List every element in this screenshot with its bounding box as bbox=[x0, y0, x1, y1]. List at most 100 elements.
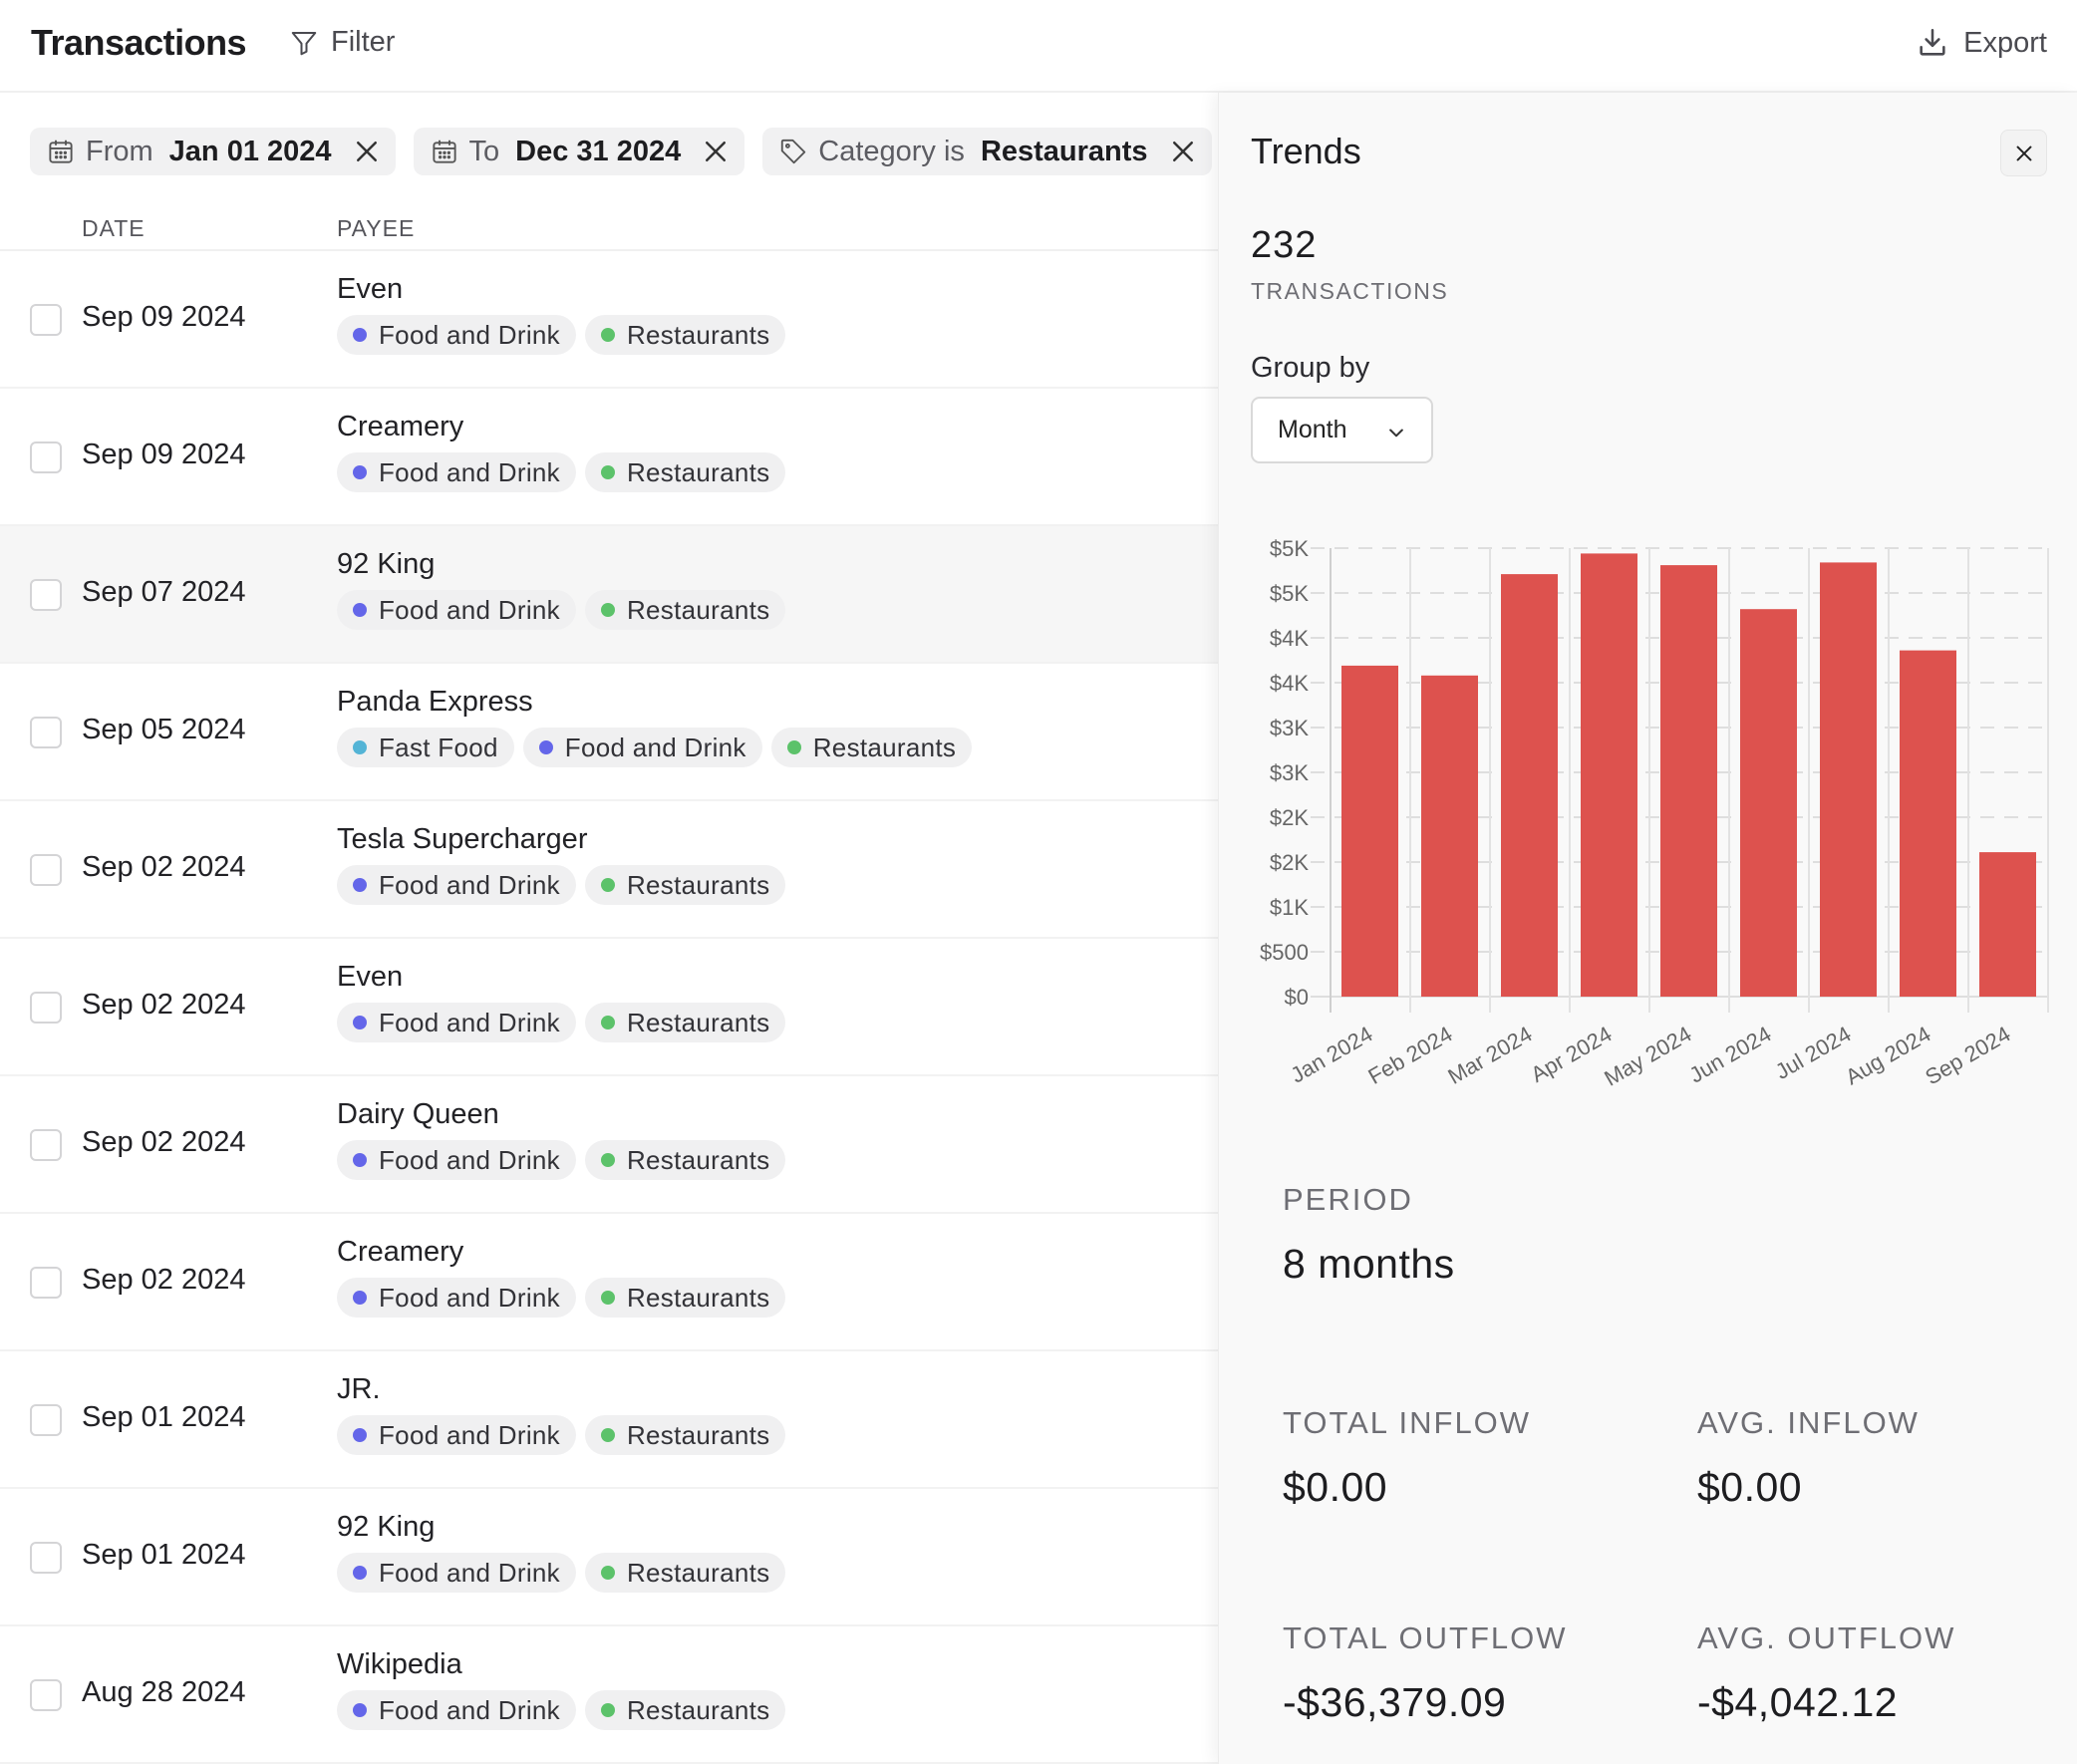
category-color-dot bbox=[353, 1566, 367, 1580]
table-row[interactable]: Sep 05 2024 Panda Express Fast Food Food an… bbox=[0, 664, 1218, 801]
category-tag[interactable]: Food and Drink bbox=[337, 865, 576, 905]
category-tag[interactable]: Restaurants bbox=[584, 1278, 786, 1318]
table-row[interactable]: Sep 02 2024 Dairy Queen Food and Drink Rest… bbox=[0, 1076, 1218, 1214]
table-row[interactable]: Sep 07 2024 92 King Food and Drink Restaura… bbox=[0, 526, 1218, 664]
category-tag[interactable]: Food and Drink bbox=[337, 590, 576, 630]
category-tag-label: Food and Drink bbox=[564, 732, 746, 762]
close-trends-button[interactable] bbox=[2000, 130, 2047, 176]
bar bbox=[1820, 562, 1877, 997]
category-tag-label: Restaurants bbox=[626, 319, 770, 350]
transaction-date: Sep 02 2024 bbox=[82, 851, 246, 883]
category-tag-label: Restaurants bbox=[626, 1282, 770, 1313]
table-row[interactable]: Sep 02 2024 Tesla Supercharger Food and Dr… bbox=[0, 801, 1218, 939]
remove-filter-icon[interactable] bbox=[1168, 137, 1198, 166]
column-header-date[interactable]: DATE bbox=[82, 215, 146, 242]
y-tick-label: $3K bbox=[1270, 716, 1309, 740]
category-tag[interactable]: Restaurants bbox=[584, 1003, 786, 1042]
category-tags: Food and Drink Restaurants bbox=[337, 590, 786, 630]
category-tag[interactable]: Restaurants bbox=[584, 1690, 786, 1730]
x-tick-label: May 2024 bbox=[1600, 1022, 1695, 1091]
filter-button[interactable]: Filter bbox=[289, 26, 395, 59]
row-checkbox[interactable] bbox=[30, 1679, 62, 1711]
close-icon bbox=[2016, 146, 2031, 160]
category-tag[interactable]: Restaurants bbox=[584, 865, 786, 905]
category-tag[interactable]: Food and Drink bbox=[337, 452, 576, 492]
table-row[interactable]: Sep 09 2024 Creamery Food and Drink Restaur… bbox=[0, 389, 1218, 526]
category-tag[interactable]: Restaurants bbox=[584, 452, 786, 492]
filter-chip[interactable]: To Dec 31 2024 bbox=[413, 128, 745, 175]
category-tags: Food and Drink Restaurants bbox=[337, 1415, 786, 1455]
category-color-dot bbox=[353, 1016, 367, 1029]
row-checkbox[interactable] bbox=[30, 992, 62, 1024]
category-tags: Food and Drink Restaurants bbox=[337, 1690, 786, 1730]
table-row[interactable]: Sep 02 2024 Even Food and Drink Restaurants bbox=[0, 939, 1218, 1076]
group-by-select[interactable]: Month bbox=[1251, 397, 1433, 463]
category-color-dot bbox=[600, 1428, 615, 1442]
row-checkbox[interactable] bbox=[30, 1542, 62, 1574]
category-tag[interactable]: Restaurants bbox=[584, 1140, 786, 1180]
category-tag-label: Food and Drink bbox=[379, 869, 560, 900]
row-checkbox[interactable] bbox=[30, 579, 62, 611]
category-tag[interactable]: Food and Drink bbox=[337, 1553, 576, 1593]
transaction-payee: JR. bbox=[337, 1373, 381, 1405]
y-tick-label: $500 bbox=[1260, 940, 1309, 965]
category-tag-label: Food and Drink bbox=[379, 1007, 560, 1037]
category-tag[interactable]: Food and Drink bbox=[337, 1140, 576, 1180]
remove-filter-icon[interactable] bbox=[352, 137, 382, 166]
avg-inflow-label: AVG. INFLOW bbox=[1697, 1405, 1920, 1440]
category-tags: Fast Food Food and Drink Restaurants bbox=[337, 728, 973, 767]
period-value: 8 months bbox=[1283, 1241, 1455, 1287]
category-color-dot bbox=[353, 1428, 367, 1442]
table-row[interactable]: Sep 09 2024 Even Food and Drink Restaurants bbox=[0, 251, 1218, 389]
row-checkbox[interactable] bbox=[30, 854, 62, 886]
category-color-dot bbox=[600, 1703, 615, 1717]
chevron-down-icon bbox=[1389, 429, 1403, 438]
filter-chip[interactable]: Category is Restaurants bbox=[762, 128, 1212, 175]
bar bbox=[1900, 650, 1956, 997]
row-checkbox[interactable] bbox=[30, 717, 62, 748]
category-tag[interactable]: Food and Drink bbox=[337, 1415, 576, 1455]
table-row[interactable]: Sep 01 2024 JR. Food and Drink Restaurants bbox=[0, 1351, 1218, 1489]
row-checkbox[interactable] bbox=[30, 1129, 62, 1161]
row-checkbox[interactable] bbox=[30, 304, 62, 336]
y-tick-label: $0 bbox=[1285, 985, 1309, 1010]
category-tag[interactable]: Fast Food bbox=[337, 728, 514, 767]
transaction-date: Sep 07 2024 bbox=[82, 576, 246, 608]
category-tag[interactable]: Restaurants bbox=[584, 590, 786, 630]
table-row[interactable]: Aug 28 2024 Wikipedia Food and Drink Restau… bbox=[0, 1626, 1218, 1764]
row-checkbox[interactable] bbox=[30, 1404, 62, 1436]
transaction-payee: Even bbox=[337, 273, 404, 305]
category-tag[interactable]: Food and Drink bbox=[337, 1278, 576, 1318]
export-button[interactable]: Export bbox=[1916, 26, 2047, 60]
category-tag[interactable]: Restaurants bbox=[584, 1553, 786, 1593]
table-row[interactable]: Sep 02 2024 Creamery Food and Drink Restaur… bbox=[0, 1214, 1218, 1351]
transaction-date: Sep 02 2024 bbox=[82, 1264, 246, 1296]
category-tag[interactable]: Restaurants bbox=[584, 315, 786, 355]
category-tag[interactable]: Food and Drink bbox=[337, 1003, 576, 1042]
category-tag-label: Food and Drink bbox=[379, 1419, 560, 1450]
category-tag[interactable]: Food and Drink bbox=[337, 1690, 576, 1730]
category-tag[interactable]: Restaurants bbox=[770, 728, 973, 767]
row-checkbox[interactable] bbox=[30, 441, 62, 473]
transaction-payee: 92 King bbox=[337, 548, 436, 580]
column-header-payee[interactable]: PAYEE bbox=[337, 215, 415, 242]
category-tag[interactable]: Restaurants bbox=[584, 1415, 786, 1455]
filter-chip[interactable]: From Jan 01 2024 bbox=[30, 128, 396, 175]
transaction-payee: Creamery bbox=[337, 1236, 464, 1268]
category-color-dot bbox=[600, 878, 615, 892]
transaction-payee: Panda Express bbox=[337, 686, 533, 718]
remove-filter-icon[interactable] bbox=[701, 137, 731, 166]
transaction-date: Sep 01 2024 bbox=[82, 1539, 246, 1571]
table-row[interactable]: Sep 01 2024 92 King Food and Drink Restaura… bbox=[0, 1489, 1218, 1626]
category-tag-label: Food and Drink bbox=[379, 456, 560, 487]
row-checkbox[interactable] bbox=[30, 1267, 62, 1299]
category-color-dot bbox=[600, 328, 615, 342]
y-tick-label: $1K bbox=[1270, 895, 1309, 920]
x-tick-label: Jul 2024 bbox=[1771, 1022, 1856, 1084]
transaction-payee: Dairy Queen bbox=[337, 1098, 499, 1130]
category-tag[interactable]: Food and Drink bbox=[337, 315, 576, 355]
calendar-icon bbox=[432, 140, 456, 163]
calendar-icon bbox=[49, 140, 73, 163]
category-color-dot bbox=[353, 1703, 367, 1717]
category-tag[interactable]: Food and Drink bbox=[522, 728, 762, 767]
